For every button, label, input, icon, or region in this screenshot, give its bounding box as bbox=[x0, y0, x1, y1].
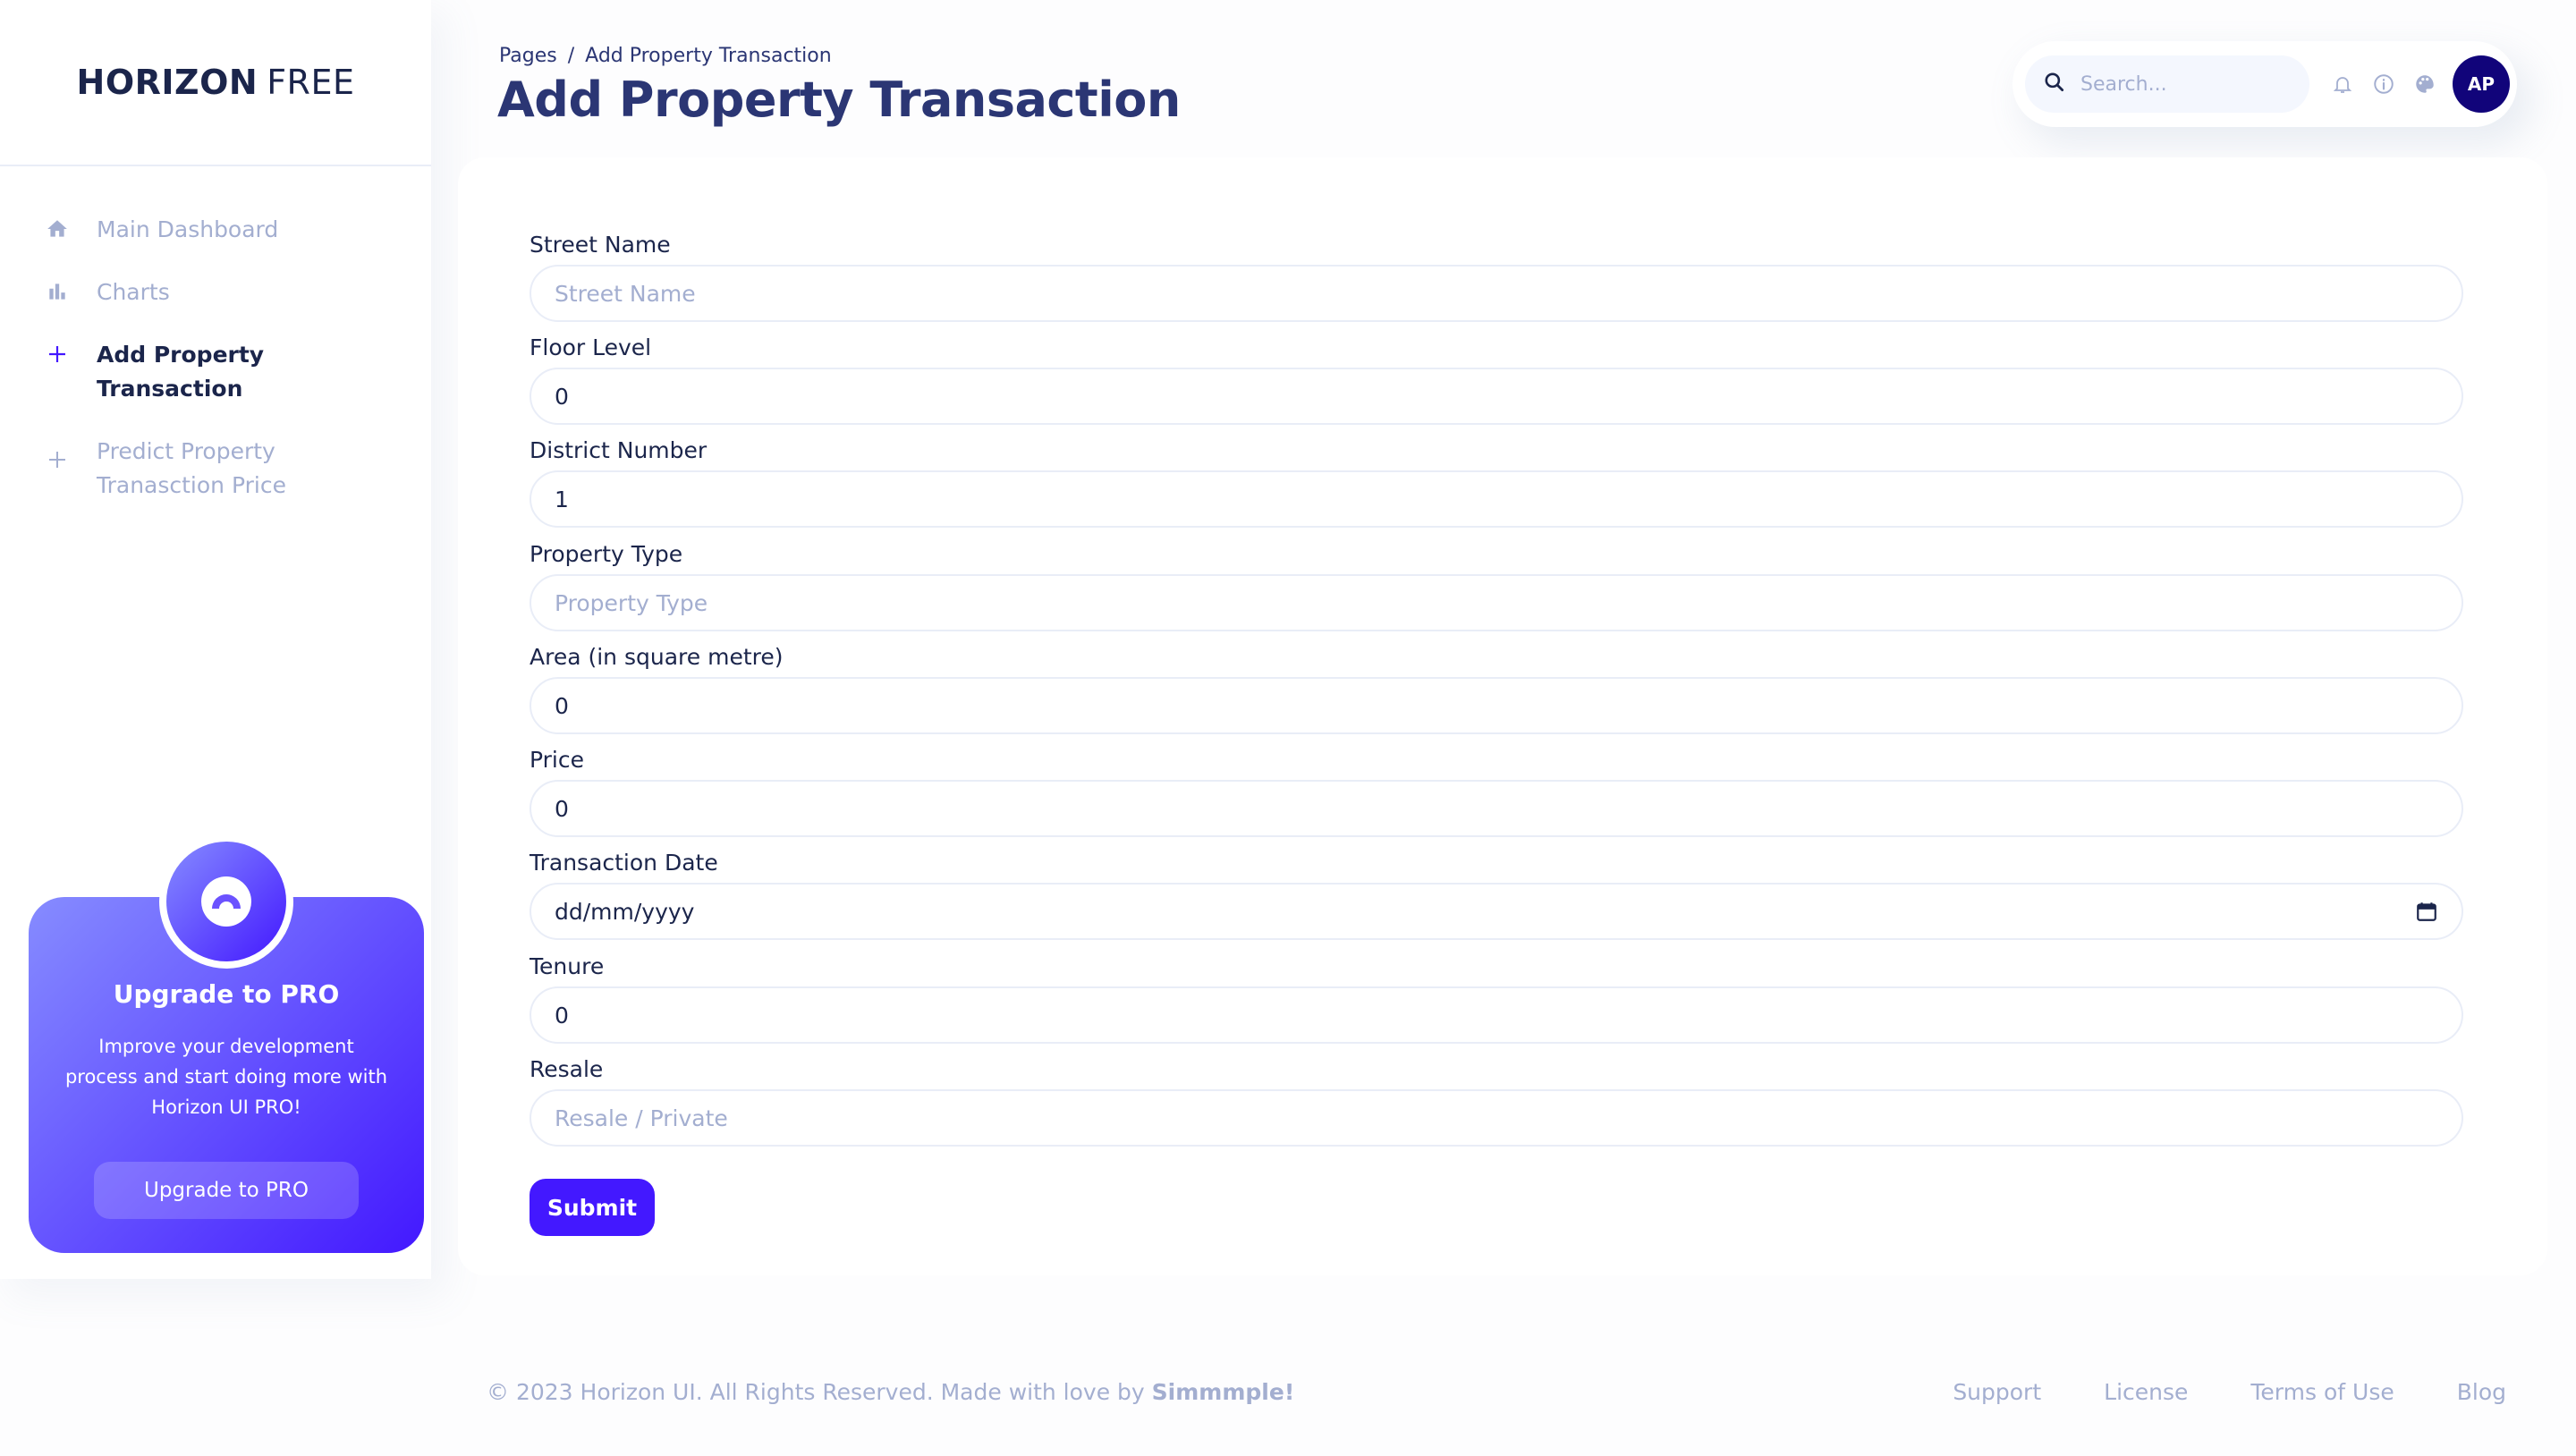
field-label: District Number bbox=[530, 437, 708, 463]
field-label: Floor Level bbox=[530, 334, 652, 360]
breadcrumb: Pages / Add Property Transaction bbox=[499, 45, 832, 67]
top-toolbar: AP bbox=[2012, 41, 2517, 127]
field-label: Price bbox=[530, 747, 584, 773]
sidebar-item-predict-price[interactable]: Predict Property Tranasction Price bbox=[0, 435, 431, 503]
property-type-input[interactable] bbox=[555, 589, 2438, 616]
footer-links: Support License Terms of Use Blog bbox=[1953, 1379, 2506, 1405]
plus-icon bbox=[45, 342, 70, 367]
sidebar-item-main-dashboard[interactable]: Main Dashboard bbox=[0, 213, 431, 247]
floor-level-input[interactable] bbox=[555, 383, 2438, 410]
home-icon bbox=[45, 216, 70, 241]
bell-icon[interactable] bbox=[2329, 71, 2356, 97]
copyright-text: © 2023 Horizon UI. All Rights Reserved. … bbox=[487, 1379, 1145, 1405]
street-name-input[interactable] bbox=[555, 280, 2438, 307]
field-label: Transaction Date bbox=[530, 850, 718, 876]
sidebar-item-label: Predict Property Tranasction Price bbox=[97, 438, 286, 498]
breadcrumb-root[interactable]: Pages bbox=[499, 45, 557, 67]
resale-input[interactable] bbox=[555, 1105, 2438, 1131]
page-title: Add Property Transaction bbox=[497, 72, 1181, 128]
district-number-input[interactable] bbox=[555, 486, 2438, 512]
brand-logo[interactable]: HORIZON FREE bbox=[0, 0, 431, 166]
street-name-field: Street Name bbox=[530, 229, 2463, 322]
brand-edition: FREE bbox=[267, 63, 355, 102]
avatar[interactable]: AP bbox=[2453, 55, 2510, 113]
sidebar-item-label: Charts bbox=[97, 279, 170, 305]
transaction-date-field: Transaction Date bbox=[530, 847, 2463, 940]
upgrade-button[interactable]: Upgrade to PRO bbox=[94, 1162, 359, 1219]
footer-link-terms[interactable]: Terms of Use bbox=[2250, 1379, 2394, 1405]
sidebar-item-label: Main Dashboard bbox=[97, 216, 279, 242]
transaction-date-input[interactable] bbox=[555, 898, 2415, 925]
area-field: Area (in square metre) bbox=[530, 641, 2463, 734]
info-icon[interactable] bbox=[2370, 71, 2397, 97]
footer-link-support[interactable]: Support bbox=[1953, 1379, 2041, 1405]
horizon-logo-icon bbox=[201, 876, 251, 927]
footer-link-license[interactable]: License bbox=[2104, 1379, 2188, 1405]
promo-text: Improve your development process and sta… bbox=[64, 1036, 388, 1118]
sidebar-item-add-property-transaction[interactable]: Add Property Transaction bbox=[0, 338, 431, 406]
sidebar: HORIZON FREE Main Dashboard Charts Add P… bbox=[0, 0, 431, 1279]
field-label: Street Name bbox=[530, 232, 671, 258]
resale-field: Resale bbox=[530, 1054, 2463, 1147]
author-link[interactable]: Simmmple! bbox=[1152, 1379, 1295, 1405]
upgrade-card: Upgrade to PRO Improve your development … bbox=[29, 834, 424, 1253]
breadcrumb-separator: / bbox=[567, 45, 575, 67]
bar-chart-icon bbox=[45, 279, 70, 304]
search-box[interactable] bbox=[2025, 55, 2309, 113]
brand-name: HORIZON bbox=[76, 63, 258, 102]
footer-link-blog[interactable]: Blog bbox=[2457, 1379, 2506, 1405]
property-type-field: Property Type bbox=[530, 538, 2463, 631]
price-input[interactable] bbox=[555, 795, 2438, 822]
sidebar-item-charts[interactable]: Charts bbox=[0, 275, 431, 309]
district-number-field: District Number bbox=[530, 435, 2463, 528]
floor-level-field: Floor Level bbox=[530, 332, 2463, 425]
price-field: Price bbox=[530, 744, 2463, 837]
sidebar-item-label: Add Property Transaction bbox=[97, 342, 265, 402]
field-label: Tenure bbox=[530, 953, 605, 979]
breadcrumb-current[interactable]: Add Property Transaction bbox=[585, 45, 832, 67]
search-icon bbox=[2043, 71, 2066, 97]
plus-icon bbox=[45, 447, 70, 472]
sidebar-nav: Main Dashboard Charts Add Property Trans… bbox=[0, 166, 431, 503]
field-label: Area (in square metre) bbox=[530, 644, 784, 670]
footer-copyright: © 2023 Horizon UI. All Rights Reserved. … bbox=[487, 1379, 1294, 1405]
tenure-input[interactable] bbox=[555, 1002, 2438, 1029]
field-label: Resale bbox=[530, 1056, 604, 1082]
area-input[interactable] bbox=[555, 692, 2438, 719]
tenure-field: Tenure bbox=[530, 951, 2463, 1044]
search-input[interactable] bbox=[2080, 72, 2295, 96]
property-transaction-form: Street Name Floor Level District Number … bbox=[458, 157, 2547, 1275]
promo-title: Upgrade to PRO bbox=[113, 979, 340, 1009]
promo-badge bbox=[159, 834, 293, 969]
palette-icon[interactable] bbox=[2411, 71, 2438, 97]
field-label: Property Type bbox=[530, 541, 683, 567]
calendar-icon[interactable] bbox=[2415, 900, 2438, 923]
submit-button[interactable]: Submit bbox=[530, 1179, 655, 1236]
